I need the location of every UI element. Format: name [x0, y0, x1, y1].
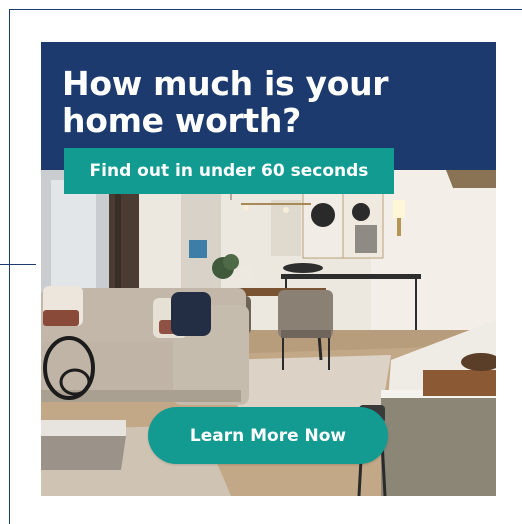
frame-tick-mark: [0, 264, 36, 265]
home-value-ad[interactable]: How much is your home worth? Find out in…: [41, 42, 496, 496]
ad-subheadline: Find out in under 60 seconds: [89, 161, 369, 181]
frame-border-left: [9, 9, 10, 524]
subheadline-banner: Find out in under 60 seconds: [64, 148, 394, 194]
ad-headline: How much is your home worth?: [62, 64, 389, 140]
learn-more-button[interactable]: Learn More Now: [148, 407, 388, 464]
frame-border-top: [9, 9, 522, 10]
learn-more-label: Learn More Now: [189, 425, 347, 446]
